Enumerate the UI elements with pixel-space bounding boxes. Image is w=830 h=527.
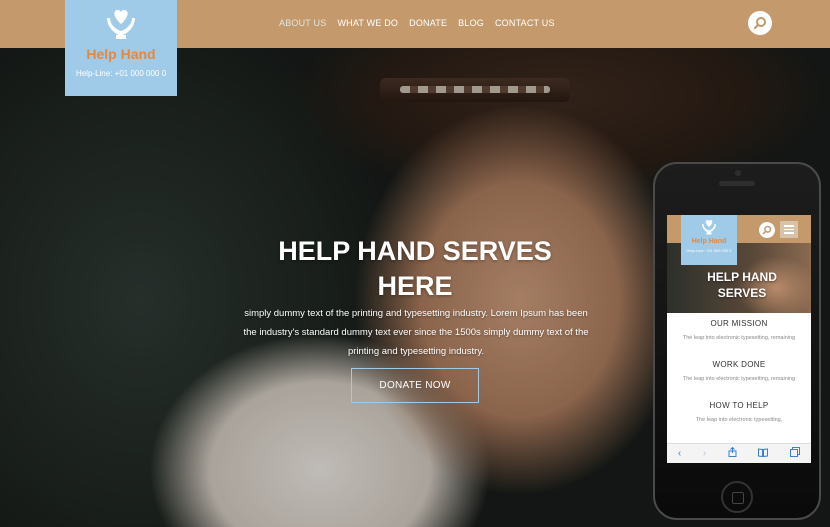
share-icon [728,446,737,457]
bookmarks-icon [758,447,769,457]
helpline-text: Help-Line: +01 000 000 0 [75,69,167,78]
mobile-menu-button[interactable] [780,221,798,238]
mobile-hero-title-line2: SERVES [717,286,767,300]
hamburger-icon [784,228,794,231]
hero-title: HELP HAND SERVES HERE [240,234,590,304]
mobile-section-text: The leap into electronic typesetting, re… [682,376,796,382]
hero-title-line1: HELP HAND SERVES [278,236,552,266]
search-button[interactable] [748,11,772,35]
tabs-icon [790,447,801,457]
nav-item-donate[interactable]: DONATE [409,18,447,28]
mobile-section-heading: HOW TO HELP [709,401,769,410]
mobile-brand-logo[interactable]: Help Hand Help-Line: +01 000 000 0 [681,215,737,265]
search-icon [753,17,766,30]
mobile-section-text: The leap into electronic typesetting, re… [682,335,796,341]
share-icon[interactable] [728,446,737,460]
mobile-section-mission: OUR MISSION The leap into electronic typ… [667,319,811,345]
main-nav: ABOUT US WHAT WE DO DONATE BLOG CONTACT … [279,18,555,28]
mobile-brand-name: Help Hand [691,238,727,245]
brand-name: Help Hand [86,46,156,62]
bookmarks-icon[interactable] [758,447,769,460]
mobile-section-heading: OUR MISSION [710,319,768,328]
back-icon[interactable]: ‹ [678,448,681,459]
donate-now-button[interactable]: DONATE NOW [351,368,479,403]
mobile-browser-toolbar: ‹ › [667,443,811,463]
phone-screen: Help Hand Help-Line: +01 000 000 0 HELP … [667,215,811,463]
hero-description: simply dummy text of the printing and ty… [243,308,589,357]
forward-icon[interactable]: › [703,448,706,459]
mobile-helpline-text: Help-Line: +01 000 000 0 [686,248,732,253]
mobile-section-heading: WORK DONE [712,360,766,369]
phone-speaker [719,181,755,186]
mobile-hero-title-line1: HELP HAND [707,270,777,284]
brand-logo-block[interactable]: Help Hand Help-Line: +01 000 000 0 [65,0,177,96]
nav-item-blog[interactable]: BLOG [458,18,484,28]
phone-home-button [721,481,753,513]
hamburger-icon [784,232,794,234]
nav-item-contact-us[interactable]: CONTACT US [495,18,555,28]
hero-title-line2: HERE [377,271,453,301]
mobile-section-text: The leap into electronic typesetting, [695,417,783,423]
heart-hands-icon [702,219,716,235]
tabs-icon[interactable] [790,447,801,460]
hamburger-icon [784,225,794,227]
search-icon [762,225,772,235]
mobile-section-how-to-help: HOW TO HELP The leap into electronic typ… [667,401,811,427]
phone-camera [735,170,741,176]
mobile-search-button[interactable] [759,222,775,238]
heart-hands-icon [107,9,135,39]
nav-item-what-we-do[interactable]: WHAT WE DO [337,18,398,28]
mobile-hero-title: HELP HAND SERVES [677,269,807,301]
mobile-section-work-done: WORK DONE The leap into electronic types… [667,360,811,386]
nav-item-about-us[interactable]: ABOUT US [279,18,326,28]
phone-mockup: Help Hand Help-Line: +01 000 000 0 HELP … [653,162,821,520]
